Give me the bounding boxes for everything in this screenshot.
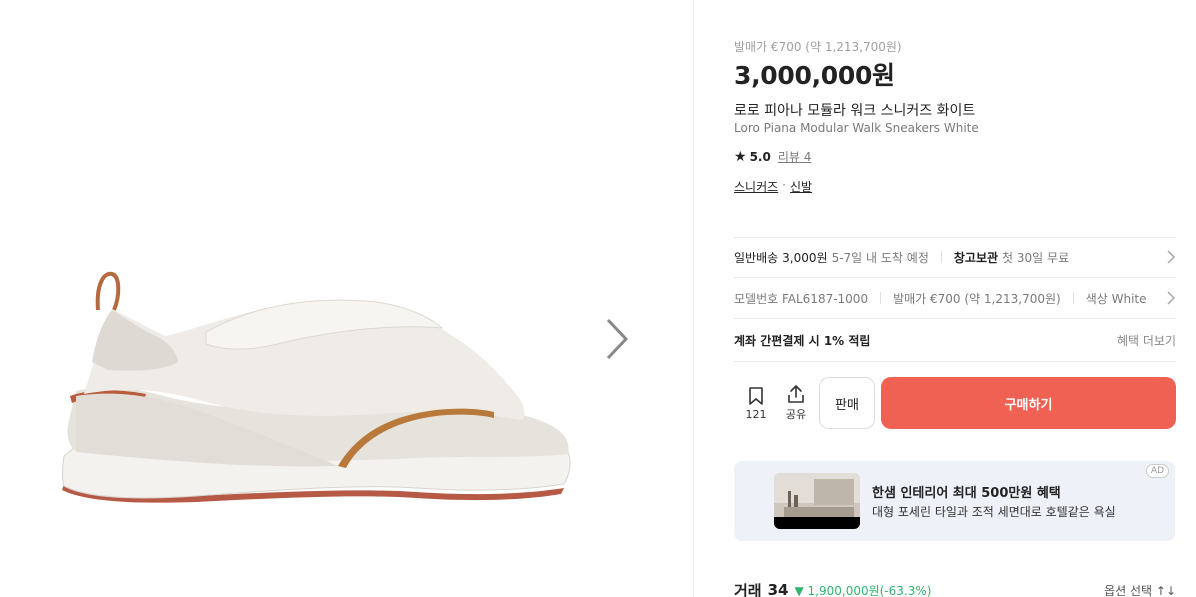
rating-score: 5.0 xyxy=(749,149,771,164)
ad-subtitle: 대형 포세린 타일과 조적 세면대로 호텔같은 욕실 xyxy=(872,505,1116,519)
share-label: 공유 xyxy=(785,408,807,421)
rating: ★ 5.0 리뷰 4 xyxy=(734,148,811,165)
spec-color: 색상 White xyxy=(1085,291,1147,306)
product-info: 발매가 €700 (약 1,213,700원) 3,000,000원 로로 피아… xyxy=(734,0,1176,597)
bookmark-icon xyxy=(749,386,763,405)
delivery-row[interactable]: 일반배송 3,000원 5-7일 내 도착 예정 창고보관 첫 30일 무료 xyxy=(734,237,1176,277)
product-image xyxy=(62,271,571,503)
product-name-ko: 로로 피아나 모듈라 워크 스니커즈 화이트 xyxy=(734,103,976,119)
product-gallery xyxy=(0,0,694,597)
divider xyxy=(734,361,1176,362)
bookmark-count: 121 xyxy=(745,407,767,421)
breadcrumb: 스니커즈 · 신발 xyxy=(734,178,812,195)
spec-release-price: 발매가 €700 (약 1,213,700원) xyxy=(893,291,1061,306)
divider xyxy=(880,292,882,304)
share-icon xyxy=(788,385,804,403)
delivery-label: 일반배송 xyxy=(734,250,779,265)
chevron-right-icon xyxy=(1167,291,1176,305)
delivery-eta: 5-7일 내 도착 예정 xyxy=(831,250,929,265)
category-shoes-link[interactable]: 신발 xyxy=(790,178,812,195)
share-button[interactable]: 공유 xyxy=(776,376,816,430)
release-price: 발매가 €700 (약 1,213,700원) xyxy=(734,40,902,54)
trades-count: 34 xyxy=(767,581,789,597)
trade-history-header: 거래 34 ▼ 1,900,000원(-63.3%) 옵션 선택 ↑↓ xyxy=(734,580,1176,597)
chevron-right-icon xyxy=(1167,250,1176,264)
breadcrumb-separator: · xyxy=(782,178,786,192)
storage-value: 첫 30일 무료 xyxy=(1002,250,1070,265)
benefit-title: 계좌 간편결제 시 1% 적립 xyxy=(734,334,871,348)
sell-button[interactable]: 판매 xyxy=(819,377,875,429)
ad-banner[interactable]: 한샘 인테리어 최대 500만원 혜택 대형 포세린 타일과 조적 세면대로 호… xyxy=(734,461,1175,541)
category-sneakers-link[interactable]: 스니커즈 xyxy=(734,178,778,195)
divider xyxy=(734,318,1176,319)
trades-title: 거래 xyxy=(734,581,762,597)
bookmark-button[interactable]: 121 xyxy=(736,376,776,430)
star-icon: ★ xyxy=(734,148,747,165)
benefit-more-link[interactable]: 혜택 더보기 xyxy=(1117,332,1176,349)
ad-badge: AD xyxy=(1145,464,1169,478)
chevron-right-icon[interactable] xyxy=(598,314,634,364)
product-name-en: Loro Piana Modular Walk Sneakers White xyxy=(734,121,979,135)
ad-thumbnail xyxy=(774,473,860,529)
divider xyxy=(940,251,942,263)
price-change: ▼ 1,900,000원(-63.3%) xyxy=(794,583,932,597)
action-bar: 121 공유 판매 구매하기 xyxy=(734,376,1176,430)
storage-label: 창고보관 xyxy=(953,250,999,265)
option-select-button[interactable]: 옵션 선택 ↑↓ xyxy=(1104,582,1176,597)
model-number: 모델번호 FAL6187-1000 xyxy=(734,291,869,306)
divider xyxy=(1072,292,1074,304)
delivery-fee: 3,000원 xyxy=(782,250,828,265)
ad-title: 한샘 인테리어 최대 500만원 혜택 xyxy=(872,486,1061,501)
buy-button[interactable]: 구매하기 xyxy=(881,377,1176,429)
reviews-link[interactable]: 리뷰 4 xyxy=(778,148,812,165)
specs-row[interactable]: 모델번호 FAL6187-1000 발매가 €700 (약 1,213,700원… xyxy=(734,278,1176,318)
price: 3,000,000원 xyxy=(734,61,895,90)
